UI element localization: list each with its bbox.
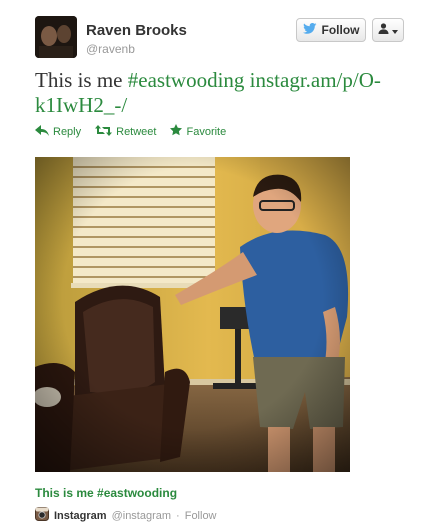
favorite-label: Favorite xyxy=(186,125,227,138)
tweet-text: This is me #eastwooding instagr.am/p/O-k… xyxy=(35,68,415,118)
author-avatar[interactable] xyxy=(35,16,77,58)
user-icon xyxy=(378,21,389,39)
photo-caption[interactable]: This is me #eastwooding xyxy=(35,486,177,500)
reply-label: Reply xyxy=(53,125,82,138)
hashtag-link[interactable]: #eastwooding xyxy=(128,68,245,92)
source-follow-link[interactable]: Follow xyxy=(185,510,217,522)
reply-button[interactable]: Reply xyxy=(35,124,81,139)
photo-source: Instagram @instagram · Follow xyxy=(35,507,217,524)
retweet-label: Retweet xyxy=(116,125,157,138)
instagram-photo[interactable] xyxy=(35,157,350,472)
user-actions-button[interactable] xyxy=(372,18,404,42)
instagram-icon xyxy=(35,507,49,524)
tweet-text-prefix: This is me xyxy=(35,68,128,92)
author-name[interactable]: Raven Brooks xyxy=(86,22,187,39)
chevron-down-icon xyxy=(392,21,398,39)
retweet-icon xyxy=(95,124,113,139)
reply-arrow-icon xyxy=(35,124,49,139)
source-name[interactable]: Instagram xyxy=(54,510,107,522)
tweet-actions: Reply Retweet Favorite xyxy=(35,124,226,139)
author-handle[interactable]: @ravenb xyxy=(86,42,135,56)
source-handle[interactable]: @instagram xyxy=(112,510,171,522)
star-icon xyxy=(170,124,183,139)
source-separator: · xyxy=(176,509,180,522)
follow-button[interactable]: Follow xyxy=(296,18,366,42)
twitter-bird-icon xyxy=(302,23,317,37)
follow-label: Follow xyxy=(321,23,360,37)
favorite-button[interactable]: Favorite xyxy=(170,124,226,139)
retweet-button[interactable]: Retweet xyxy=(95,124,156,139)
